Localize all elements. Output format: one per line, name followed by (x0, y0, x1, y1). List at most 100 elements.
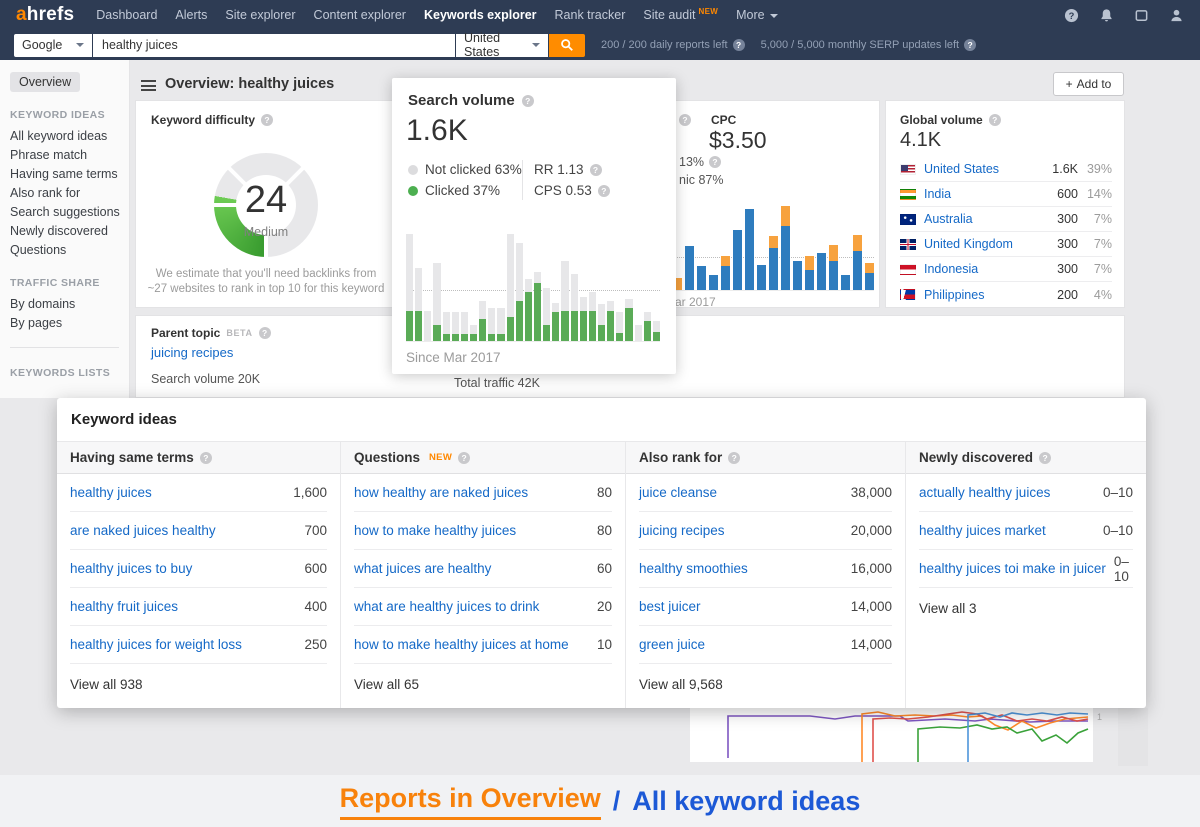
keyword-link[interactable]: best juicer (639, 599, 701, 614)
help-icon[interactable]: ? (1064, 8, 1079, 23)
sidebar-item-search-suggestions[interactable]: Search suggestions (10, 203, 129, 222)
sidebar-item-having-same-terms[interactable]: Having same terms (10, 165, 129, 184)
search-volume-popup: Search volume? 1.6K Not clicked 63% Clic… (392, 78, 676, 374)
keyword-row: healthy juices market 0–10 (919, 512, 1133, 550)
reports-in-overview-link[interactable]: Reports in Overview (339, 783, 601, 820)
country-link[interactable]: United Kingdom (924, 237, 1013, 251)
country-percent: 39% (1086, 162, 1112, 176)
info-icon[interactable]: ? (988, 114, 1001, 126)
bar (588, 230, 596, 341)
info-icon[interactable]: ? (458, 451, 471, 464)
engine-select[interactable]: Google (14, 33, 92, 57)
sidebar-item-all-keyword-ideas[interactable]: All keyword ideas (10, 127, 129, 146)
sidebar-item-newly-discovered[interactable]: Newly discovered (10, 222, 129, 241)
bar (685, 206, 694, 290)
sidebar-section-keyword-ideas: KEYWORD IDEAS (10, 109, 106, 121)
info-icon[interactable]: ? (261, 114, 274, 126)
country-percent: 7% (1093, 212, 1112, 226)
info-icon[interactable]: ? (732, 39, 745, 51)
country-link[interactable]: Australia (924, 212, 973, 226)
bar (625, 230, 633, 341)
info-icon[interactable]: ? (258, 327, 271, 339)
info-icon[interactable]: ? (589, 163, 602, 176)
keyword-link[interactable]: actually healthy juices (919, 485, 1050, 500)
keyword-link[interactable]: what juices are healthy (354, 561, 491, 576)
keyword-ideas-panel: Keyword ideas Having same terms? healthy … (57, 398, 1146, 708)
apps-icon[interactable] (1134, 8, 1149, 23)
caption-bar: Reports in Overview / All keyword ideas (0, 775, 1200, 827)
logo-rest: hrefs (26, 4, 75, 25)
info-icon[interactable]: ? (199, 451, 212, 464)
nav-item-site-audit[interactable]: Site audit NEW (643, 7, 718, 22)
keyword-link[interactable]: juice cleanse (639, 485, 717, 500)
nav-item-site-explorer[interactable]: Site explorer (225, 8, 295, 22)
keyword-volume: 10 (596, 637, 612, 652)
parent-topic-keyword[interactable]: juicing recipes (151, 345, 233, 360)
info-icon[interactable]: ? (521, 94, 534, 107)
keyword-link[interactable]: healthy fruit juices (70, 599, 178, 614)
sidebar-item-questions[interactable]: Questions (10, 241, 129, 260)
keyword-link[interactable]: healthy juices market (919, 523, 1046, 538)
nav-item-keywords-explorer[interactable]: Keywords explorer (424, 8, 537, 22)
bar (829, 206, 838, 290)
view-all-link[interactable]: View all 65 (341, 664, 625, 704)
keyword-link[interactable]: how to make healthy juices (354, 523, 516, 538)
keyword-link[interactable]: healthy smoothies (639, 561, 748, 576)
global-volume-card: Global volume? 4.1K United States 1.6K 39%… (885, 100, 1125, 308)
search-button[interactable] (549, 33, 585, 57)
keyword-volume: 80 (596, 523, 612, 538)
country-link[interactable]: Indonesia (924, 262, 978, 276)
global-volume-value: 4.1K (900, 129, 942, 151)
keyword-link[interactable]: healthy juices to buy (70, 561, 192, 576)
view-all-link[interactable]: View all 938 (57, 664, 340, 704)
sidebar-item-phrase-match[interactable]: Phrase match (10, 146, 129, 165)
country-select[interactable]: United States (456, 31, 548, 59)
view-all-link[interactable]: View all 3 (906, 588, 1146, 628)
nav-item-content-explorer[interactable]: Content explorer (314, 8, 406, 22)
sidebar-item-by-pages[interactable]: By pages (10, 314, 129, 333)
keyword-link[interactable]: juicing recipes (639, 523, 725, 538)
keyword-link[interactable]: healthy juices for weight loss (70, 637, 242, 652)
info-icon[interactable]: ? (709, 156, 722, 168)
keyword-row: what juices are healthy 60 (354, 550, 612, 588)
nav-item-alerts[interactable]: Alerts (175, 8, 207, 22)
bar (543, 230, 551, 341)
legend-not-clicked: Not clicked 63% (408, 162, 522, 177)
user-icon[interactable] (1169, 8, 1184, 23)
view-all-link[interactable]: View all 9,568 (626, 664, 905, 704)
info-icon[interactable]: ? (597, 184, 610, 197)
sidebar-item-also-rank-for[interactable]: Also rank for (10, 184, 129, 203)
info-icon[interactable]: ? (679, 114, 691, 126)
keyword-link[interactable]: are naked juices healthy (70, 523, 216, 538)
keyword-row: how to make healthy juices 80 (354, 512, 612, 550)
plus-icon: + (1065, 77, 1073, 91)
sidebar-item-by-domains[interactable]: By domains (10, 295, 129, 314)
notifications-icon[interactable] (1099, 8, 1114, 23)
info-icon[interactable]: ? (964, 39, 977, 51)
info-icon[interactable]: ? (728, 451, 741, 464)
nav-item-dashboard[interactable]: Dashboard (96, 8, 157, 22)
keyword-link[interactable]: healthy juices toi make in juicer (919, 561, 1106, 576)
nav-item-more[interactable]: More (736, 8, 778, 22)
keyword-row: what are healthy juices to drink 20 (354, 588, 612, 626)
bar (506, 230, 514, 341)
country-link[interactable]: United States (924, 162, 999, 176)
nav-item-rank-tracker[interactable]: Rank tracker (555, 8, 626, 22)
menu-icon[interactable] (141, 80, 156, 91)
keyword-link[interactable]: how healthy are naked juices (354, 485, 528, 500)
keyword-link[interactable]: how to make healthy juices at home (354, 637, 569, 652)
keyword-link[interactable]: what are healthy juices to drink (354, 599, 539, 614)
country-link[interactable]: Philippines (924, 288, 984, 302)
keyword-link[interactable]: healthy juices (70, 485, 152, 500)
country-link[interactable]: India (924, 187, 951, 201)
add-to-button[interactable]: + Add to (1053, 72, 1124, 96)
column-header: Also rank for? (626, 442, 905, 474)
search-input-wrap (93, 33, 455, 57)
country-value: United States (464, 31, 501, 59)
info-icon[interactable]: ? (1039, 451, 1052, 464)
search-input[interactable] (93, 33, 455, 57)
keyword-link[interactable]: green juice (639, 637, 705, 652)
sidebar-item-overview[interactable]: Overview (10, 72, 81, 92)
search-volume-value: 1.6K (406, 114, 468, 147)
ahrefs-logo[interactable]: ahrefs (16, 4, 74, 26)
